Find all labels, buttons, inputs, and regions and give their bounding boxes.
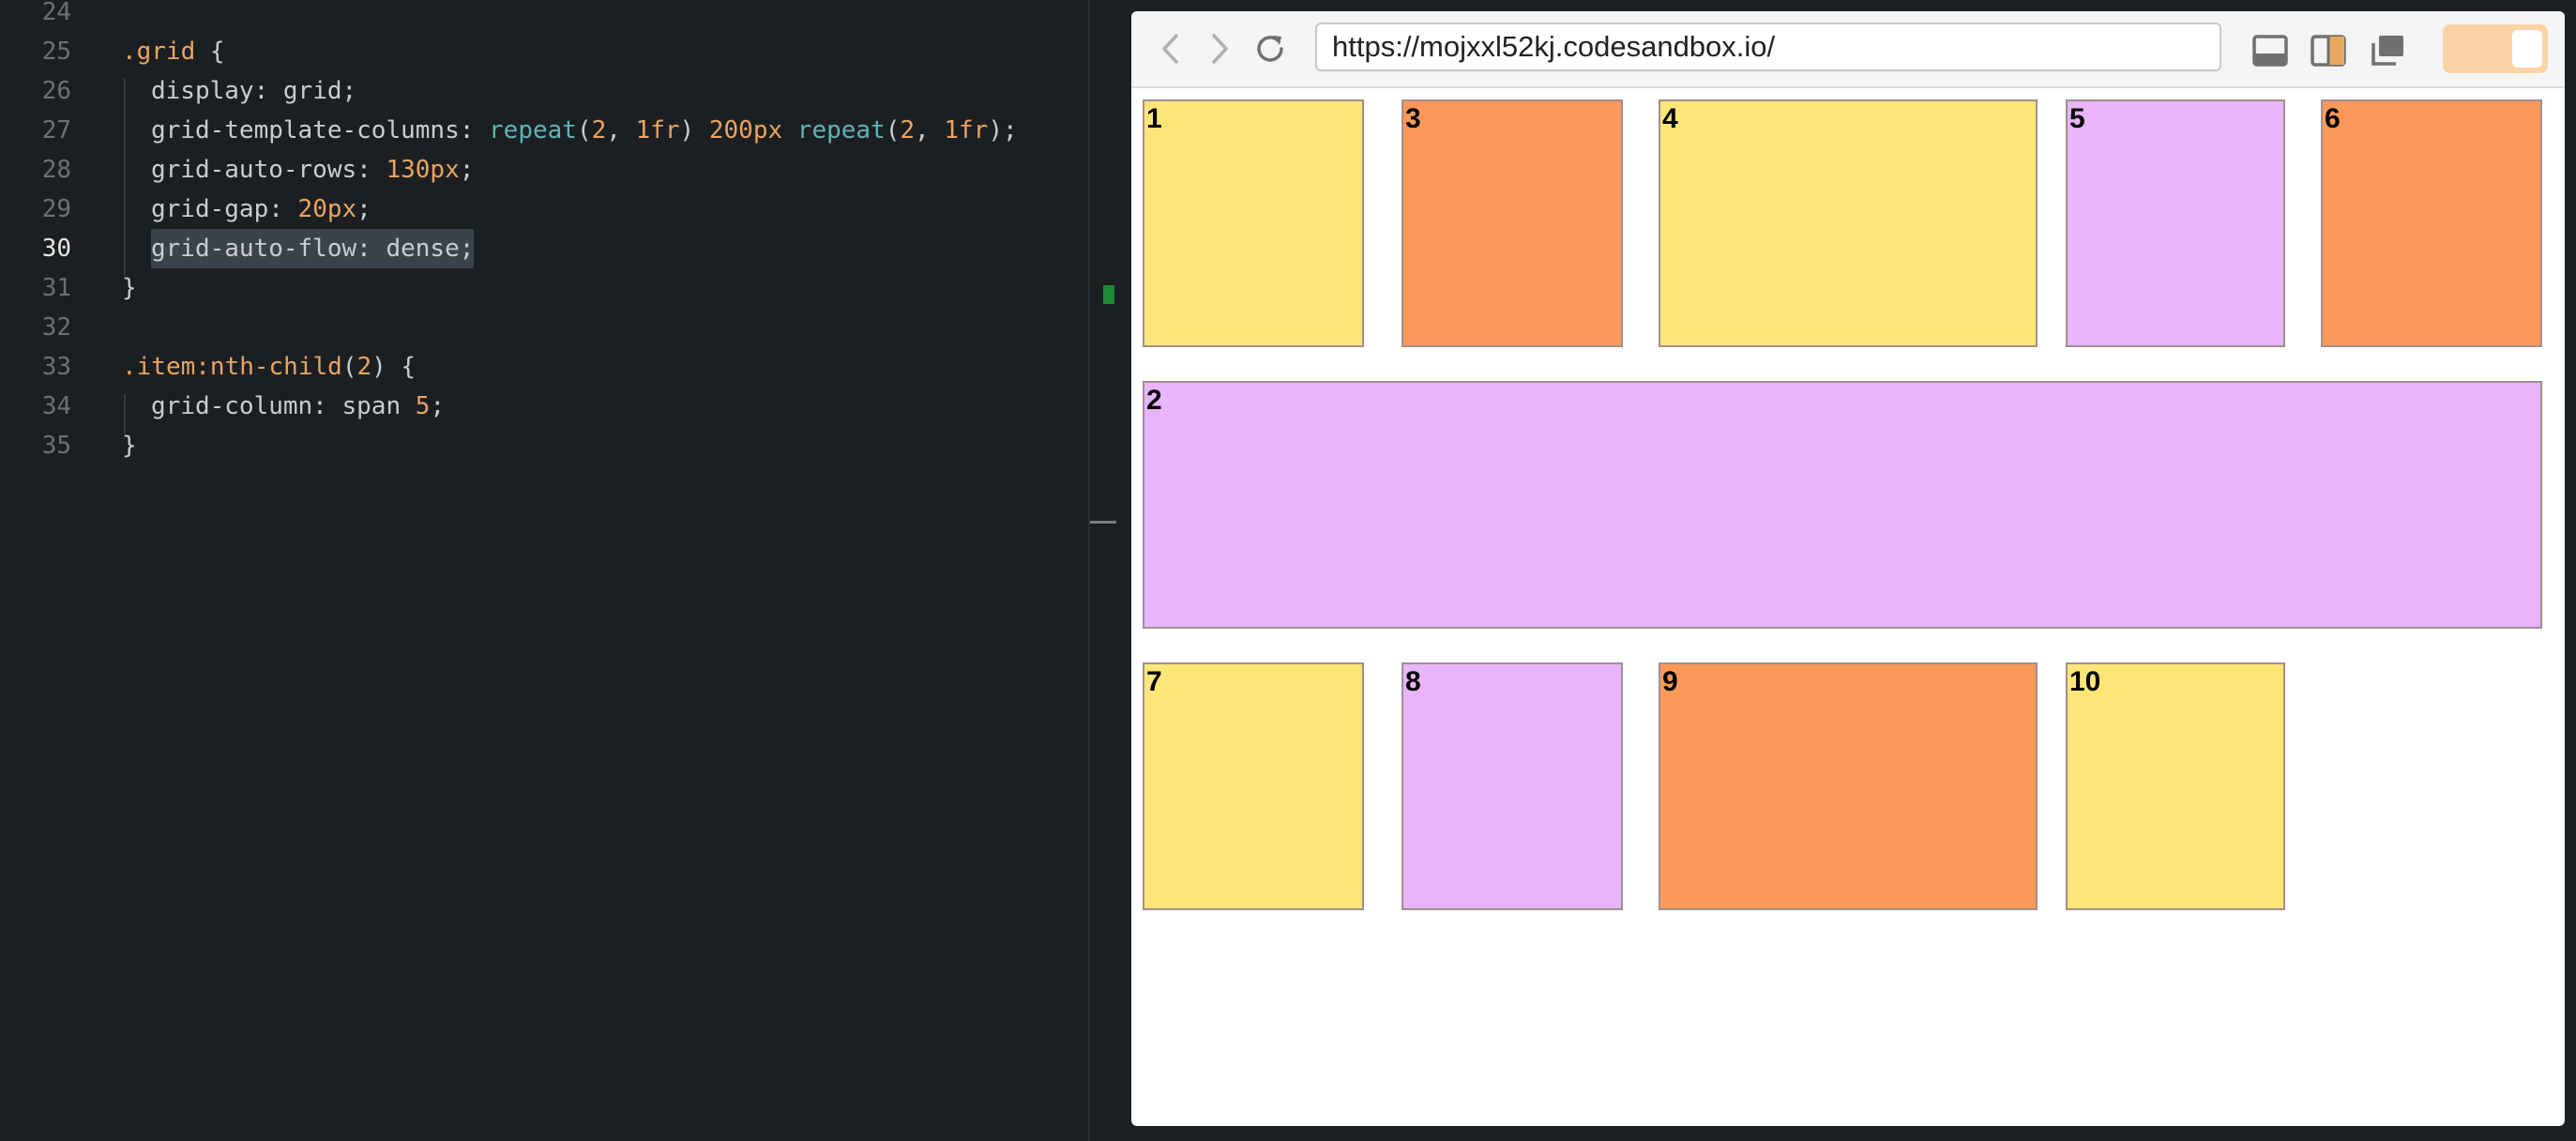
code-line[interactable]: 28 grid-auto-rows: 130px; bbox=[0, 150, 1088, 190]
code-line[interactable]: 32 bbox=[0, 308, 1088, 347]
grid-item-2: 2 bbox=[1143, 381, 2542, 629]
line-number: 30 bbox=[41, 235, 71, 263]
code-line[interactable]: 30 grid-auto-flow: dense; bbox=[0, 229, 1088, 268]
grid-item-10: 10 bbox=[2066, 662, 2285, 910]
toggle-knob bbox=[2512, 30, 2542, 68]
code-token: } bbox=[122, 432, 137, 460]
code-token: repeat bbox=[489, 116, 577, 145]
line-number: 31 bbox=[41, 274, 71, 302]
code-token: .item:nth-child bbox=[122, 353, 342, 381]
toggle-switch[interactable] bbox=[2443, 24, 2548, 73]
code-token: grid-gap: bbox=[151, 195, 298, 223]
reload-icon[interactable] bbox=[1251, 30, 1289, 68]
grid-item-3: 3 bbox=[1402, 99, 1623, 347]
code-token: 2 bbox=[900, 116, 916, 145]
code-token: grid-auto-flow: dense; bbox=[151, 235, 475, 263]
code-line[interactable]: 33 .item:nth-child(2) { bbox=[0, 347, 1088, 387]
line-number: 27 bbox=[41, 116, 71, 145]
line-number: 29 bbox=[41, 195, 71, 223]
grid-item-9: 9 bbox=[1659, 662, 2038, 910]
code-line[interactable]: 26 display: grid; bbox=[0, 71, 1088, 111]
code-line[interactable]: 29 grid-gap: 20px; bbox=[0, 190, 1088, 229]
code-token: grid-column: bbox=[151, 392, 342, 420]
code-text: display: grid; bbox=[151, 71, 356, 111]
code-token: ( bbox=[885, 116, 901, 145]
browser-preview: https://mojxxl52kj.codesandbox.io/ 13456… bbox=[1131, 11, 2565, 1126]
code-text: .grid { bbox=[122, 32, 225, 71]
code-token: ) bbox=[679, 116, 709, 145]
code-token: } bbox=[122, 274, 137, 302]
code-token: ; bbox=[356, 195, 371, 223]
code-text: grid-column: span 5; bbox=[151, 387, 445, 426]
code-token: 5 bbox=[415, 392, 431, 420]
grid-item-4: 4 bbox=[1659, 99, 2038, 347]
code-token: span bbox=[341, 392, 416, 420]
code-line[interactable]: 31} bbox=[0, 268, 1088, 308]
dock-bottom-icon[interactable] bbox=[2250, 30, 2291, 71]
code-token: grid-auto-rows: bbox=[151, 156, 386, 184]
code-token: 1fr bbox=[635, 116, 680, 145]
code-token: ; bbox=[459, 156, 475, 184]
code-token: ); bbox=[988, 116, 1018, 145]
code-text: grid-auto-rows: 130px; bbox=[151, 150, 474, 190]
line-number: 34 bbox=[41, 392, 71, 420]
code-token: ) { bbox=[371, 353, 417, 381]
back-arrow-icon[interactable] bbox=[1152, 30, 1190, 68]
code-token: ; bbox=[430, 392, 446, 420]
line-number: 26 bbox=[41, 77, 71, 105]
line-number: 24 bbox=[41, 0, 71, 26]
code-text: grid-gap: 20px; bbox=[151, 190, 371, 229]
code-text: } bbox=[122, 426, 137, 465]
code-token: , bbox=[606, 116, 636, 145]
screen: 24 25 .grid {26 display: grid; 27 grid-templa… bbox=[0, 0, 2576, 1141]
code-line[interactable]: 27 grid-template-columns: repeat(2, 1fr) … bbox=[0, 111, 1088, 150]
code-editor[interactable]: 24 25 .grid {26 display: grid; 27 grid-templa… bbox=[0, 0, 1090, 1141]
line-number: 25 bbox=[41, 38, 71, 66]
code-text: } bbox=[122, 268, 137, 308]
code-token: grid-template-columns: bbox=[151, 116, 490, 145]
selected-code-text: grid-auto-flow: dense; bbox=[151, 229, 475, 268]
grid-item-6: 6 bbox=[2321, 99, 2542, 347]
line-number: 33 bbox=[41, 353, 71, 381]
line-number: 35 bbox=[41, 432, 71, 460]
url-bar[interactable]: https://mojxxl52kj.codesandbox.io/ bbox=[1315, 23, 2221, 71]
code-token: 130px bbox=[386, 156, 460, 184]
code-line[interactable]: 24 bbox=[0, 0, 1088, 32]
grid-item-1: 1 bbox=[1143, 99, 1364, 347]
code-text: .item:nth-child(2) { bbox=[122, 347, 416, 387]
code-line[interactable]: 34 grid-column: span 5; bbox=[0, 387, 1088, 426]
code-line[interactable]: 35} bbox=[0, 426, 1088, 465]
forward-arrow-icon[interactable] bbox=[1201, 30, 1238, 68]
code-token: ( bbox=[341, 353, 357, 381]
code-token: repeat bbox=[796, 116, 886, 145]
code-token: .grid bbox=[122, 38, 196, 66]
grid-item-5: 5 bbox=[2066, 99, 2285, 347]
code-token: { bbox=[195, 38, 225, 66]
code-token: grid bbox=[282, 77, 342, 105]
grid-item-7: 7 bbox=[1143, 662, 1364, 910]
code-line[interactable]: 25 .grid { bbox=[0, 32, 1088, 71]
browser-toolbar: https://mojxxl52kj.codesandbox.io/ bbox=[1131, 11, 2565, 88]
code-token: 1fr bbox=[944, 116, 989, 145]
code-token: , bbox=[915, 116, 945, 145]
code-token: 20px bbox=[297, 195, 357, 223]
dock-side-icon[interactable] bbox=[2308, 30, 2349, 71]
code-token: ; bbox=[341, 77, 357, 105]
code-token: 2 bbox=[591, 116, 607, 145]
code-text: grid-template-columns: repeat(2, 1fr) 20… bbox=[151, 111, 1018, 150]
code-token: 2 bbox=[356, 353, 372, 381]
scroll-position-marker bbox=[1090, 521, 1116, 524]
new-window-icon[interactable] bbox=[2366, 30, 2407, 71]
code-token: 200px bbox=[708, 116, 783, 145]
line-number: 28 bbox=[41, 156, 71, 184]
line-number: 32 bbox=[41, 313, 71, 342]
code-token: display: bbox=[151, 77, 283, 105]
grid-item-8: 8 bbox=[1402, 662, 1623, 910]
change-marker bbox=[1103, 285, 1114, 304]
code-token: ( bbox=[576, 116, 592, 145]
